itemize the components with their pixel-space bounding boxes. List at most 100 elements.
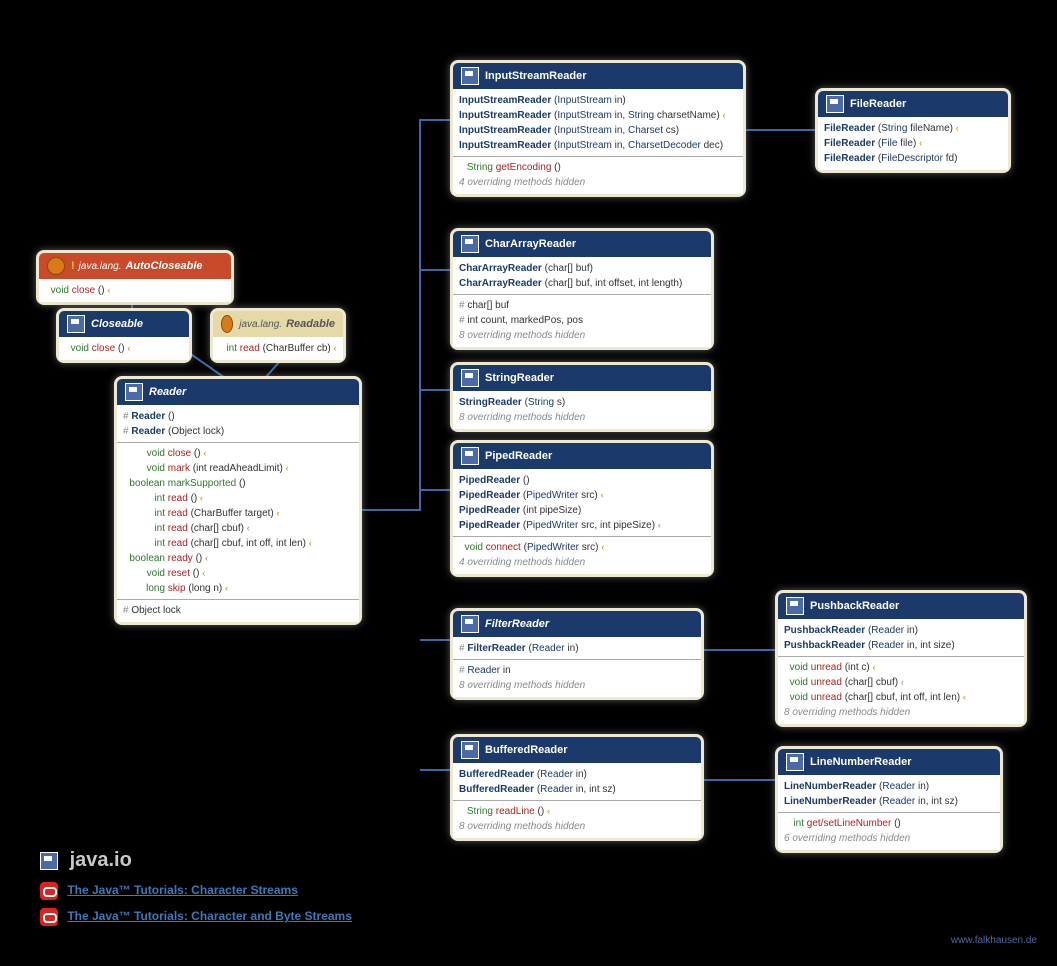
method-return: int (219, 341, 237, 356)
class-header: StringReader (453, 365, 711, 391)
class-title: LineNumberReader (810, 756, 911, 768)
method-return: void (65, 341, 89, 356)
disk-icon (826, 95, 844, 113)
ctor-sig: (Object lock) (168, 426, 224, 437)
method-name: close (92, 343, 115, 354)
class-header: java.lang. Readable (213, 311, 343, 337)
class-title: PipedReader (485, 450, 552, 462)
disk-icon (461, 369, 479, 387)
method-name: close (72, 285, 95, 296)
tutorial-link-1[interactable]: The Java™ Tutorials: Character Streams (67, 883, 298, 897)
hidden-note: 4 overriding methods hidden (459, 175, 737, 190)
class-title: InputStreamReader (485, 70, 586, 82)
class-body: CharArrayReader (char[] buf) CharArrayRe… (453, 257, 711, 347)
class-stringreader: StringReader StringReader (String s) 8 o… (450, 362, 714, 432)
disk-icon (461, 235, 479, 253)
class-title: Reader (149, 386, 186, 398)
cup-icon (221, 315, 233, 333)
class-filereader: FileReader FileReader (String fileName) … (815, 88, 1011, 173)
bang-icon: ! (71, 260, 75, 272)
method-name: close (168, 448, 191, 459)
package-label: java.lang. (79, 261, 122, 272)
class-header: PipedReader (453, 443, 711, 469)
class-header: InputStreamReader (453, 63, 743, 89)
hidden-note: 8 overriding methods hidden (459, 410, 705, 425)
class-header: FileReader (818, 91, 1008, 117)
field: Object lock (131, 605, 180, 616)
package-title: java.io (40, 849, 352, 872)
class-body: int read (CharBuffer cb) ‹ (213, 337, 343, 360)
class-pipedreader: PipedReader PipedReader () PipedReader (… (450, 440, 714, 577)
ctor-name: Reader (131, 426, 165, 437)
hidden-note: 8 overriding methods hidden (459, 328, 705, 343)
hidden-note: 8 overriding methods hidden (459, 678, 695, 693)
oracle-icon (40, 908, 58, 926)
exception-marker: ‹ (334, 343, 337, 353)
disk-icon (461, 67, 479, 85)
footer: java.io The Java™ Tutorials: Character S… (40, 849, 352, 926)
disk-icon (67, 315, 85, 333)
class-pushbackreader: PushbackReader PushbackReader (Reader in… (775, 590, 1027, 727)
class-body: FileReader (String fileName) ‹ FileReade… (818, 117, 1008, 170)
class-title: PushbackReader (810, 600, 899, 612)
disk-icon (125, 383, 143, 401)
class-body: # Reader () # Reader (Object lock) void … (117, 405, 359, 622)
class-chararrayreader: CharArrayReader CharArrayReader (char[] … (450, 228, 714, 350)
oracle-icon (40, 882, 58, 900)
class-header: Closeable (59, 311, 189, 337)
class-title: Readable (286, 318, 335, 330)
method-return: void (45, 283, 69, 298)
exception-marker: ‹ (127, 343, 130, 353)
hidden-note: 4 overriding methods hidden (459, 555, 705, 570)
package-label: java.lang. (239, 319, 282, 330)
class-header: ! java.lang. AutoCloseable (39, 253, 231, 279)
hidden-note: 6 overriding methods hidden (784, 831, 994, 846)
ctor-name: Reader (131, 411, 165, 422)
class-header: Reader (117, 379, 359, 405)
class-body: void close () ‹ (59, 337, 189, 360)
hidden-note: 8 overriding methods hidden (784, 705, 1018, 720)
method-return: void (123, 446, 165, 461)
method-sig: () (194, 448, 201, 459)
disk-icon (40, 852, 58, 870)
class-title: FilterReader (485, 618, 549, 630)
credit-link[interactable]: www.falkhausen.de (951, 935, 1037, 946)
class-body: # FilterReader (Reader in) # Reader in 8… (453, 637, 701, 697)
class-title: Closeable (91, 318, 143, 330)
class-reader: Reader # Reader () # Reader (Object lock… (114, 376, 362, 625)
cup-icon (47, 257, 65, 275)
class-title: StringReader (485, 372, 554, 384)
hidden-note: 8 overriding methods hidden (459, 819, 695, 834)
method-sig: () (118, 343, 125, 354)
class-readable: java.lang. Readable int read (CharBuffer… (210, 308, 346, 363)
disk-icon (461, 741, 479, 759)
disk-icon (461, 615, 479, 633)
package-label: java.io (70, 849, 132, 871)
class-linenumberreader: LineNumberReader LineNumberReader (Reade… (775, 746, 1003, 853)
disk-icon (786, 597, 804, 615)
class-title: AutoCloseable (125, 260, 202, 272)
class-header: LineNumberReader (778, 749, 1000, 775)
class-body: InputStreamReader (InputStream in) Input… (453, 89, 743, 194)
class-body: StringReader (String s) 8 overriding met… (453, 391, 711, 429)
ctor-sig: () (168, 411, 175, 422)
class-body: PushbackReader (Reader in) PushbackReade… (778, 619, 1024, 724)
class-title: BufferedReader (485, 744, 568, 756)
class-body: void close () ‹ (39, 279, 231, 302)
class-body: PipedReader () PipedReader (PipedWriter … (453, 469, 711, 574)
class-header: CharArrayReader (453, 231, 711, 257)
class-header: PushbackReader (778, 593, 1024, 619)
class-body: LineNumberReader (Reader in) LineNumberR… (778, 775, 1000, 850)
method-sig: (CharBuffer cb) (263, 343, 331, 354)
method-sig: () (98, 285, 105, 296)
exception-marker: ‹ (203, 448, 206, 458)
exception-marker: ‹ (107, 285, 110, 295)
disk-icon (461, 447, 479, 465)
class-header: BufferedReader (453, 737, 701, 763)
class-autocloseable: ! java.lang. AutoCloseable void close ()… (36, 250, 234, 305)
tutorial-link-2[interactable]: The Java™ Tutorials: Character and Byte … (67, 909, 352, 923)
class-title: CharArrayReader (485, 238, 576, 250)
class-body: BufferedReader (Reader in) BufferedReade… (453, 763, 701, 838)
class-title: FileReader (850, 98, 906, 110)
class-header: FilterReader (453, 611, 701, 637)
